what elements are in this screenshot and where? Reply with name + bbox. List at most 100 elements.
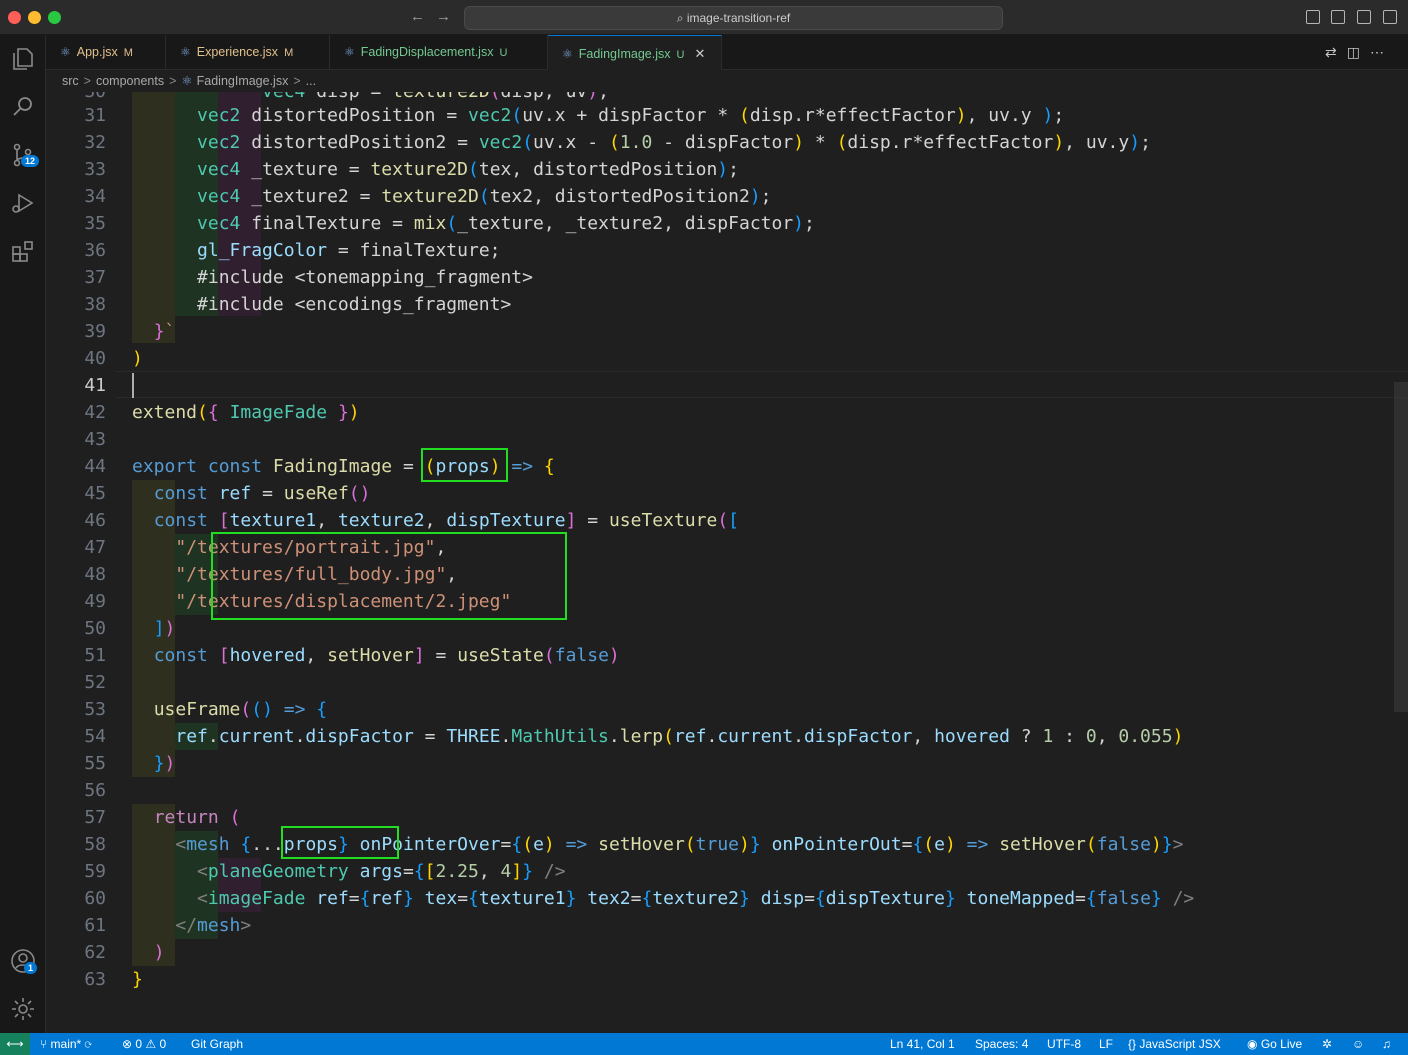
breadcrumb: src > components > ⚛ FadingImage.jsx >... — [46, 70, 1408, 92]
code-line: #include <tonemapping_fragment> — [197, 267, 533, 288]
toggle-panel-icon[interactable] — [1331, 10, 1345, 24]
code-line: const [hovered, setHover] = useState(fal… — [153, 645, 620, 666]
line-number: 52 — [84, 672, 106, 693]
editor-actions: ⇄◫⋯ — [1325, 44, 1394, 61]
explorer-icon[interactable] — [9, 45, 37, 73]
toggle-primary-sidebar-icon[interactable] — [1306, 10, 1320, 24]
sync-icon: ⟳ — [84, 1037, 92, 1051]
code-line: vec2 distortedPosition = vec2(uv.x + dis… — [197, 105, 1065, 126]
source-control-badge: 12 — [21, 155, 40, 167]
code-line: return ( — [153, 807, 241, 828]
minimize-window-button[interactable] — [28, 11, 41, 24]
copilot-icon[interactable]: ✲ — [1322, 1033, 1332, 1055]
line-number: 36 — [84, 240, 106, 261]
line-number: 47 — [84, 537, 106, 558]
line-number: 63 — [84, 969, 106, 990]
remote-indicator-icon[interactable]: ⟷ — [0, 1033, 30, 1055]
source-control-icon[interactable]: 12 — [9, 141, 40, 169]
line-number: 55 — [84, 753, 106, 774]
text-cursor — [132, 373, 134, 398]
code-line: ref.current.dispFactor = THREE.MathUtils… — [175, 726, 1184, 747]
indentation[interactable]: Spaces: 4 — [975, 1033, 1028, 1055]
spread-props-highlight-box — [281, 826, 399, 859]
toggle-secondary-sidebar-icon[interactable] — [1357, 10, 1371, 24]
code-line: vec4 finalTexture = mix(_texture, _textu… — [197, 213, 815, 234]
line-number: 56 — [84, 780, 106, 801]
search-icon: ⌕ — [676, 11, 684, 25]
close-tab-icon[interactable]: ✕ — [694, 46, 705, 61]
code-line: } — [132, 969, 143, 990]
notifications-bell-icon[interactable]: ♫ — [1382, 1033, 1391, 1055]
code-line: ) — [153, 942, 165, 963]
git-graph-button[interactable]: Git Graph — [191, 1033, 243, 1055]
end-of-line[interactable]: LF — [1099, 1033, 1113, 1055]
encoding[interactable]: UTF-8 — [1047, 1033, 1081, 1055]
git-branch-icon: ⑂ — [40, 1037, 51, 1051]
code-line: ]) — [153, 618, 176, 639]
tab-app-jsx[interactable]: ⚛ App.jsx M — [46, 35, 166, 70]
feedback-icon[interactable]: ☺ — [1352, 1033, 1364, 1055]
tab-fadingimage-jsx[interactable]: ⚛ FadingImage.jsx U ✕ — [548, 35, 722, 70]
split-editor-icon[interactable]: ◫ — [1347, 44, 1370, 60]
go-live-button[interactable]: ◉ Go Live — [1247, 1033, 1302, 1055]
breadcrumb-item-src[interactable]: src — [62, 74, 79, 88]
code-line: </mesh> — [175, 915, 252, 936]
editor-scrollbar[interactable] — [1394, 382, 1408, 712]
react-file-icon: ⚛ — [180, 45, 191, 59]
line-number: 31 — [84, 105, 106, 126]
chevron-right-icon: > — [83, 74, 91, 88]
react-file-icon: ⚛ — [181, 74, 193, 88]
back-arrow-icon[interactable]: ← — [410, 8, 425, 25]
code-line: const [texture1, texture2, dispTexture] … — [153, 510, 739, 531]
maximize-window-button[interactable] — [48, 11, 61, 24]
line-number: 37 — [84, 267, 106, 288]
breadcrumb-item-symbol[interactable]: ... — [306, 74, 316, 88]
code-line: <planeGeometry args={[2.25, 4]} /> — [197, 861, 566, 882]
code-line: #include <encodings_fragment> — [197, 294, 512, 315]
more-actions-icon[interactable]: ⋯ — [1370, 44, 1394, 60]
search-icon[interactable] — [9, 93, 37, 121]
code-line: vec2 distortedPosition2 = vec2(uv.x - (1… — [197, 132, 1151, 153]
breadcrumb-item-file[interactable]: FadingImage.jsx — [197, 74, 289, 88]
code-line: }) — [153, 753, 176, 774]
status-bar: ⟷ ⑂ main* ⟳ ⊗ 0 ⚠ 0 Git Graph Ln 41, Col… — [0, 1033, 1408, 1055]
command-center-search[interactable]: ⌕ image-transition-ref — [464, 6, 1003, 30]
code-editor[interactable]: 30 31 32 33 34 35 36 37 38 39 40 41 42 4… — [46, 92, 1408, 1033]
forward-arrow-icon[interactable]: → — [436, 8, 451, 25]
manage-gear-icon[interactable] — [9, 995, 37, 1023]
line-number: 32 — [84, 132, 106, 153]
code-line: vec4 _texture = texture2D(tex, distorted… — [197, 159, 739, 180]
editor-tab-bar: ⚛ App.jsx M ⚛ Experience.jsx M ⚛ FadingDispla… — [46, 35, 1408, 70]
tab-fadingdisplacement-jsx[interactable]: ⚛ FadingDisplacement.jsx U — [330, 35, 548, 70]
run-and-debug-icon[interactable] — [9, 189, 37, 217]
props-highlight-box — [421, 448, 508, 482]
line-number: 38 — [84, 294, 106, 315]
breadcrumb-item-components[interactable]: components — [96, 74, 164, 88]
tab-experience-jsx[interactable]: ⚛ Experience.jsx M — [166, 35, 330, 70]
line-number: 57 — [84, 807, 106, 828]
line-number-current: 41 — [84, 375, 106, 396]
line-number: 53 — [84, 699, 106, 720]
error-icon: ⊗ — [122, 1037, 136, 1051]
line-number-gutter: 30 31 32 33 34 35 36 37 38 39 40 41 42 4… — [46, 92, 116, 1033]
chevron-right-icon: > — [169, 74, 177, 88]
line-number: 34 — [84, 186, 106, 207]
language-mode[interactable]: {} JavaScript JSX — [1128, 1033, 1221, 1055]
braces-icon: {} — [1128, 1037, 1140, 1051]
cursor-position[interactable]: Ln 41, Col 1 — [890, 1033, 955, 1055]
accounts-icon[interactable]: 1 — [9, 947, 38, 975]
broadcast-icon: ◉ — [1247, 1037, 1261, 1051]
code-area[interactable]: vec4 disp = texture2D(disp, uv); vec2 di… — [132, 92, 1408, 1033]
react-file-icon: ⚛ — [60, 45, 71, 59]
problems-indicator[interactable]: ⊗ 0 ⚠ 0 — [122, 1033, 166, 1055]
branch-indicator[interactable]: ⑂ main* ⟳ — [40, 1033, 92, 1055]
open-changes-icon[interactable]: ⇄ — [1325, 44, 1347, 60]
line-number: 42 — [84, 402, 106, 423]
line-number: 50 — [84, 618, 106, 639]
line-number: 54 — [84, 726, 106, 747]
customize-layout-icon[interactable] — [1383, 10, 1397, 24]
extensions-icon[interactable] — [9, 237, 37, 265]
close-window-button[interactable] — [8, 11, 21, 24]
line-number: 59 — [84, 861, 106, 882]
line-number: 43 — [84, 429, 106, 450]
